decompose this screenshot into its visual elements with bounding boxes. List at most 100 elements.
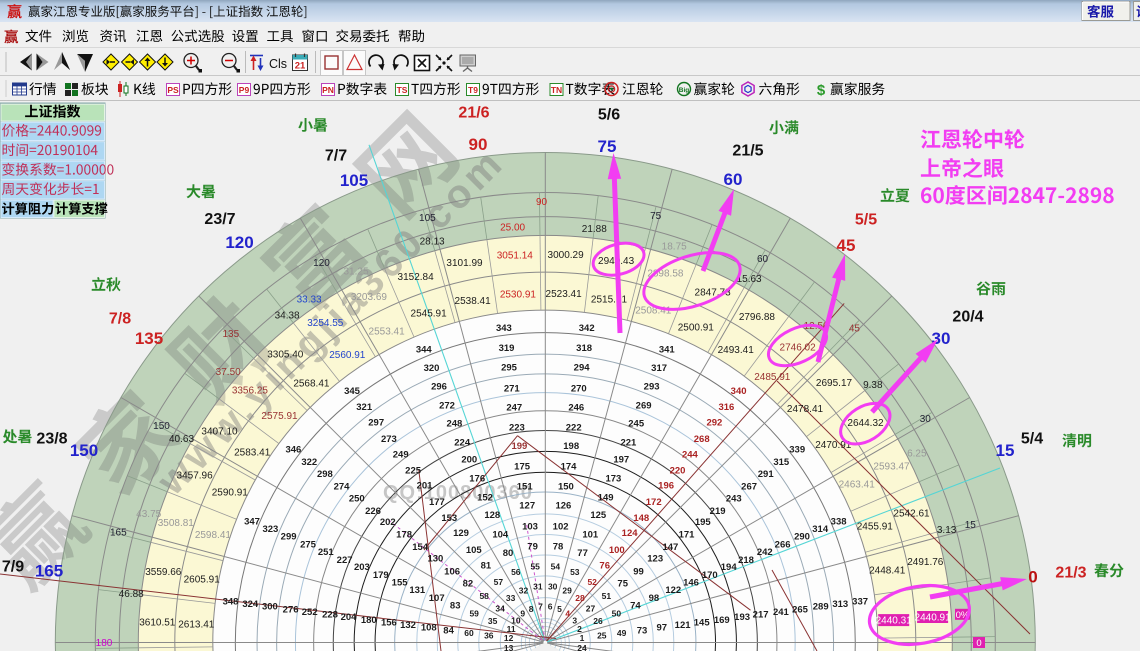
svg-text:266: 266 — [775, 540, 791, 551]
svg-text:124: 124 — [622, 528, 639, 539]
svg-text:3152.84: 3152.84 — [398, 272, 435, 283]
svg-text:$: $ — [817, 82, 826, 99]
svg-text:2440.91: 2440.91 — [915, 613, 952, 624]
svg-text:103: 103 — [522, 522, 538, 533]
svg-text:2605.91: 2605.91 — [184, 574, 221, 585]
svg-text:276: 276 — [283, 605, 299, 616]
svg-text:3: 3 — [572, 616, 577, 626]
svg-text:126: 126 — [555, 501, 571, 512]
svg-text:8: 8 — [529, 604, 534, 614]
svg-text:291: 291 — [758, 469, 775, 480]
svg-text:251: 251 — [318, 547, 335, 558]
svg-text:151: 151 — [517, 482, 534, 493]
svg-text:3407.10: 3407.10 — [201, 426, 238, 437]
svg-text:248: 248 — [446, 419, 462, 430]
svg-text:176: 176 — [469, 474, 485, 485]
svg-text:203: 203 — [354, 562, 370, 573]
svg-text:4: 4 — [565, 609, 570, 619]
svg-text:169: 169 — [714, 615, 730, 626]
svg-text:21.88: 21.88 — [582, 224, 607, 235]
svg-text:241: 241 — [773, 607, 790, 618]
svg-text:2590.91: 2590.91 — [212, 488, 249, 499]
svg-text:242: 242 — [757, 547, 773, 558]
svg-text:177: 177 — [429, 497, 445, 508]
svg-text:33.33: 33.33 — [297, 294, 322, 305]
svg-text:227: 227 — [337, 555, 353, 566]
svg-text:104: 104 — [492, 529, 509, 540]
svg-text:60: 60 — [757, 254, 769, 265]
svg-text:6.25: 6.25 — [907, 449, 927, 460]
svg-text:125: 125 — [590, 510, 607, 521]
svg-text:99: 99 — [633, 567, 644, 578]
svg-text:3203.69: 3203.69 — [351, 292, 388, 303]
svg-text:79: 79 — [527, 541, 538, 552]
svg-text:153: 153 — [441, 513, 457, 524]
svg-text:2455.91: 2455.91 — [857, 521, 894, 532]
svg-text:18.75: 18.75 — [662, 241, 687, 252]
svg-text:219: 219 — [710, 506, 726, 517]
svg-text:128: 128 — [484, 510, 500, 521]
svg-text:226: 226 — [365, 506, 381, 517]
svg-text:180: 180 — [361, 615, 377, 626]
svg-text:25: 25 — [597, 631, 607, 641]
svg-text:319: 319 — [499, 343, 515, 354]
svg-text:175: 175 — [514, 462, 531, 473]
svg-text:265: 265 — [792, 605, 809, 616]
svg-text:269: 269 — [636, 401, 652, 412]
svg-text:32: 32 — [519, 585, 529, 595]
svg-text:24: 24 — [577, 643, 587, 651]
svg-text:341: 341 — [659, 345, 676, 356]
svg-text:82: 82 — [463, 579, 474, 590]
svg-text:TN: TN — [551, 85, 562, 95]
svg-text:78: 78 — [553, 541, 564, 552]
svg-text:316: 316 — [718, 402, 734, 413]
svg-text:31.25: 31.25 — [343, 267, 368, 278]
svg-text:344: 344 — [416, 345, 433, 356]
svg-text:345: 345 — [344, 386, 361, 397]
svg-text:245: 245 — [628, 419, 645, 430]
svg-text:148: 148 — [633, 513, 649, 524]
svg-text:83: 83 — [450, 601, 461, 612]
svg-text:290: 290 — [794, 532, 810, 543]
svg-text:178: 178 — [396, 530, 412, 541]
svg-text:272: 272 — [439, 401, 455, 412]
svg-text:31: 31 — [533, 582, 543, 592]
svg-text:40.63: 40.63 — [169, 434, 194, 445]
svg-text:37.50: 37.50 — [216, 367, 241, 378]
svg-text:201: 201 — [417, 481, 434, 492]
svg-text:3610.51: 3610.51 — [139, 618, 176, 629]
svg-text:289: 289 — [813, 602, 829, 613]
svg-text:7/8: 7/8 — [109, 311, 131, 328]
svg-text:23/7: 23/7 — [204, 211, 235, 228]
svg-text:129: 129 — [453, 528, 469, 539]
svg-text:313: 313 — [832, 599, 848, 610]
svg-text:217: 217 — [753, 610, 769, 621]
svg-text:132: 132 — [400, 620, 416, 631]
svg-text:75: 75 — [617, 579, 628, 590]
svg-text:5/4: 5/4 — [1021, 431, 1043, 448]
svg-text:180: 180 — [96, 638, 113, 649]
svg-text:76: 76 — [599, 561, 610, 572]
svg-text:222: 222 — [566, 423, 582, 434]
svg-text:339: 339 — [789, 445, 805, 456]
svg-text:2448.41: 2448.41 — [869, 565, 906, 576]
svg-text:274: 274 — [334, 482, 351, 493]
svg-text:43.75: 43.75 — [136, 509, 161, 520]
svg-text:52: 52 — [587, 577, 597, 587]
svg-text:179: 179 — [373, 570, 389, 581]
svg-text:21/3: 21/3 — [1055, 565, 1086, 582]
svg-text:199: 199 — [511, 441, 527, 452]
svg-text:90: 90 — [469, 135, 488, 154]
svg-text:73: 73 — [637, 625, 648, 636]
svg-text:150: 150 — [558, 482, 574, 493]
svg-text:75: 75 — [650, 211, 662, 222]
svg-text:314: 314 — [812, 524, 829, 535]
svg-text:2493.41: 2493.41 — [718, 345, 755, 356]
svg-text:45: 45 — [849, 324, 861, 335]
svg-text:84: 84 — [443, 625, 454, 636]
svg-text:6: 6 — [548, 601, 553, 611]
svg-text:228: 228 — [322, 610, 338, 621]
svg-text:127: 127 — [519, 501, 535, 512]
svg-text:59: 59 — [469, 609, 479, 619]
svg-text:220: 220 — [670, 466, 686, 477]
